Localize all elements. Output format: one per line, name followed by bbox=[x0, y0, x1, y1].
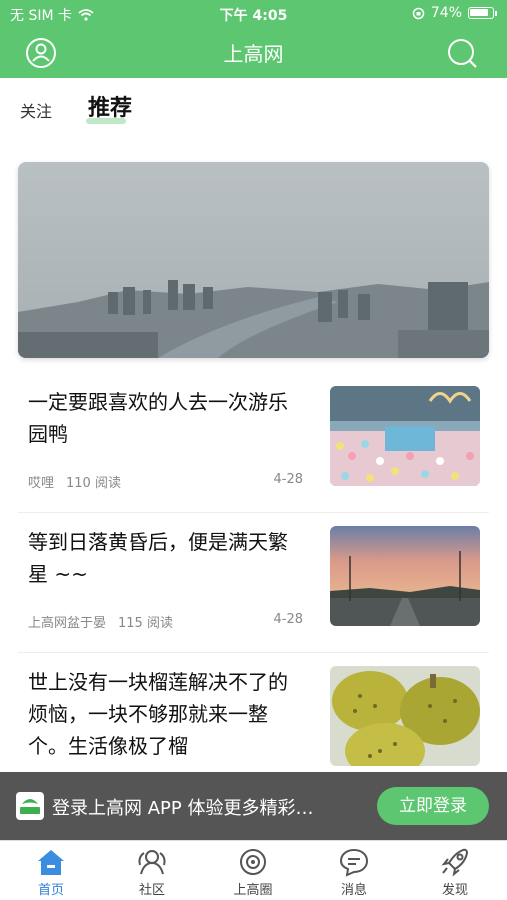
login-button[interactable]: 立即登录 bbox=[377, 787, 489, 825]
article-thumbnail[interactable] bbox=[330, 526, 480, 626]
home-icon bbox=[38, 850, 64, 875]
community-icon bbox=[138, 850, 166, 875]
tab-recommend[interactable]: 推荐 bbox=[88, 90, 132, 122]
tab-label: 社区 bbox=[138, 883, 165, 898]
feed-tabs: 关注 推荐 bbox=[0, 90, 507, 134]
login-prompt-text: 登录上高网 APP 体验更多精彩… bbox=[52, 798, 314, 819]
tab-messages[interactable]: 消息 bbox=[319, 847, 389, 898]
bottom-tab-bar: 首页 社区 上高圈 消息 发现 bbox=[0, 840, 507, 900]
article-title[interactable]: 世上没有一块榴莲解决不了的烦恼，一块不够那就来一整个。生活像极了榴 bbox=[28, 666, 298, 762]
article-thumbnail[interactable] bbox=[330, 386, 480, 486]
article-card[interactable]: 一定要跟喜欢的人去一次游乐园鸭 哎哩 110 阅读 4-28 bbox=[18, 386, 489, 516]
article-author: 哎哩 bbox=[28, 476, 55, 491]
nav-bar: 上高网 bbox=[0, 32, 507, 74]
article-title[interactable]: 一定要跟喜欢的人去一次游乐园鸭 bbox=[28, 386, 298, 450]
article-title[interactable]: 等到日落黄昏后，便是满天繁星 ~~ bbox=[28, 526, 298, 590]
tab-label: 消息 bbox=[340, 883, 367, 898]
tab-label: 首页 bbox=[37, 883, 64, 898]
divider bbox=[18, 652, 489, 653]
app-logo bbox=[16, 792, 44, 820]
circle-icon bbox=[240, 849, 266, 875]
rocket-icon bbox=[441, 848, 469, 877]
article-reads: 115 阅读 bbox=[118, 616, 173, 631]
article-meta: 上高网盆于晏 115 阅读 4-28 bbox=[28, 612, 303, 631]
tab-label: 上高圈 bbox=[233, 883, 273, 898]
message-icon bbox=[339, 848, 369, 877]
orientation-lock-icon bbox=[412, 7, 425, 19]
article-thumbnail[interactable] bbox=[330, 666, 480, 766]
status-bar: 无 SIM 卡 下午 4:05 74% bbox=[0, 0, 507, 28]
battery-tip bbox=[495, 10, 497, 16]
tab-label: 发现 bbox=[441, 883, 468, 898]
battery-icon bbox=[468, 7, 494, 19]
article-reads: 110 阅读 bbox=[66, 476, 121, 491]
search-icon[interactable] bbox=[445, 36, 479, 70]
battery-percent: 74% bbox=[430, 5, 462, 21]
article-date: 4-28 bbox=[273, 612, 303, 627]
tab-community[interactable]: 社区 bbox=[117, 847, 187, 898]
tab-follow[interactable]: 关注 bbox=[20, 98, 52, 122]
divider bbox=[18, 512, 489, 513]
tab-circle[interactable]: 上高圈 bbox=[218, 847, 288, 898]
tab-home[interactable]: 首页 bbox=[16, 847, 86, 898]
article-author: 上高网盆于晏 bbox=[28, 616, 107, 631]
top-bar: 无 SIM 卡 下午 4:05 74% 上高网 bbox=[0, 0, 507, 78]
tab-discover[interactable]: 发现 bbox=[420, 847, 490, 898]
banner-image[interactable] bbox=[18, 162, 489, 358]
article-card[interactable]: 等到日落黄昏后，便是满天繁星 ~~ 上高网盆于晏 115 阅读 4-28 bbox=[18, 526, 489, 656]
article-meta: 哎哩 110 阅读 4-28 bbox=[28, 472, 303, 491]
login-prompt-bar: 登录上高网 APP 体验更多精彩… 立即登录 bbox=[0, 772, 507, 840]
article-date: 4-28 bbox=[273, 472, 303, 487]
page-title: 上高网 bbox=[223, 42, 284, 66]
